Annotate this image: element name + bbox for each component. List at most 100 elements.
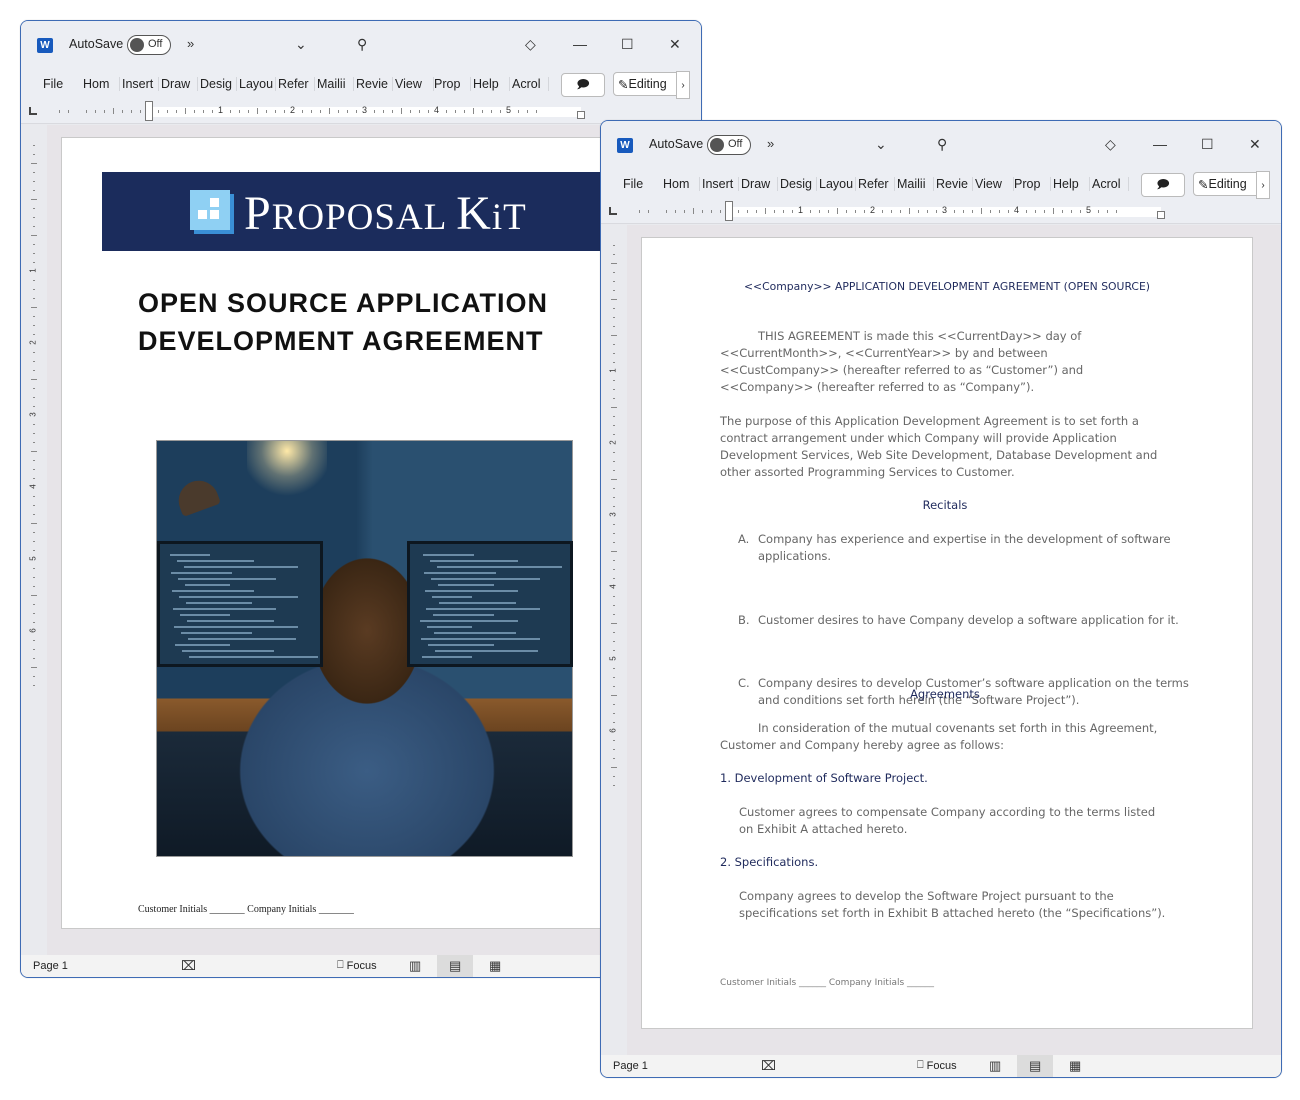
focus-button[interactable]: ⎕ Focus <box>337 959 377 972</box>
autosave-toggle[interactable]: Off <box>707 135 751 155</box>
premium-diamond-icon[interactable]: ◇ <box>1105 134 1116 154</box>
focus-button[interactable]: ⎕ Focus <box>917 1059 957 1072</box>
ruler-tick <box>33 577 35 578</box>
tab-review[interactable]: Revie <box>932 177 973 191</box>
document-page[interactable]: PROPOSAL KiT OPEN SOURCE APPLICATION DEV… <box>61 137 623 929</box>
ruler-tick <box>613 596 615 597</box>
pencil-icon: ✎ <box>1198 177 1209 192</box>
tab-design[interactable]: Desig <box>776 177 817 191</box>
close-icon[interactable]: ✕ <box>669 34 681 54</box>
ruler-tick <box>33 397 35 398</box>
web-layout-icon[interactable]: ▦ <box>489 958 501 974</box>
ruler-tick <box>1035 210 1036 213</box>
code-line <box>427 626 472 628</box>
tab-file[interactable]: File <box>39 77 67 91</box>
tab-insert[interactable]: Insert <box>118 77 159 91</box>
ruler-tick <box>31 379 37 380</box>
ribbon-scroll-right[interactable]: › <box>1256 171 1270 199</box>
editing-mode-button[interactable]: ✎ Editing <box>1193 172 1265 196</box>
ruler-tick <box>140 110 141 113</box>
ruler-tick <box>167 110 168 113</box>
tab-selector[interactable] <box>29 107 37 115</box>
document-page[interactable]: <<Company>> APPLICATION DEVELOPMENT AGRE… <box>641 237 1253 1029</box>
ruler-tick <box>756 210 757 213</box>
ruler-tick <box>464 110 465 113</box>
tab-home[interactable]: Hom <box>79 77 120 91</box>
tab-draw[interactable]: Draw <box>157 77 198 91</box>
read-mode-icon[interactable]: ▥ <box>409 958 421 974</box>
close-icon[interactable]: ✕ <box>1249 134 1261 154</box>
ribbon-scroll-right[interactable]: › <box>676 71 690 99</box>
ruler-tick <box>122 110 123 113</box>
right-indent-marker[interactable] <box>577 111 585 119</box>
minimize-icon[interactable]: — <box>1153 134 1167 154</box>
page-indicator[interactable]: Page 1 <box>613 1060 648 1072</box>
ruler-tick <box>31 523 37 524</box>
left-indent-marker[interactable] <box>725 201 733 221</box>
ruler-tick <box>613 722 615 723</box>
ruler-tick <box>936 210 937 213</box>
ruler-tick <box>611 407 617 408</box>
autosave-toggle[interactable]: Off <box>127 35 171 55</box>
tab-layout[interactable]: Layou <box>235 77 276 91</box>
tab-mailings[interactable]: Mailii <box>893 177 934 191</box>
proposal-kit-logo-text: PROPOSAL KiT <box>244 187 527 240</box>
web-layout-icon[interactable]: ▦ <box>1069 1058 1081 1074</box>
maximize-icon[interactable]: ☐ <box>1201 134 1214 154</box>
right-indent-marker[interactable] <box>1157 211 1165 219</box>
proofing-icon[interactable]: ⌧ <box>181 958 196 974</box>
ruler-tick <box>613 488 615 489</box>
tab-references[interactable]: Refer <box>274 77 315 91</box>
tab-selector[interactable] <box>609 207 617 215</box>
comments-button[interactable]: 🗩 <box>561 73 605 97</box>
tab-insert[interactable]: Insert <box>698 177 739 191</box>
print-layout-icon[interactable]: ▤ <box>1029 1058 1041 1074</box>
tab-view[interactable]: View <box>971 177 1014 191</box>
ruler-tick <box>909 208 910 214</box>
read-mode-icon[interactable]: ▥ <box>989 1058 1001 1074</box>
tab-draw[interactable]: Draw <box>737 177 778 191</box>
tab-acrobat[interactable]: Acrol <box>508 77 549 91</box>
tab-properties[interactable]: Prop <box>430 77 471 91</box>
tab-file[interactable]: File <box>619 177 647 191</box>
ruler-tick <box>613 317 615 318</box>
more-commands-icon[interactable]: » <box>767 134 774 154</box>
search-icon[interactable]: ⚲ <box>357 34 367 54</box>
editing-mode-button[interactable]: ✎ Editing <box>613 72 685 96</box>
ruler-tick <box>613 461 615 462</box>
ruler-tick <box>33 289 35 290</box>
tab-home[interactable]: Hom <box>659 177 700 191</box>
ruler-tick <box>981 208 982 214</box>
page-indicator[interactable]: Page 1 <box>33 960 68 972</box>
left-indent-marker[interactable] <box>145 101 153 121</box>
ruler-tick <box>1071 210 1072 213</box>
intro-paragraph: THIS AGREEMENT is made this <<CurrentDay… <box>720 329 1084 394</box>
premium-diamond-icon[interactable]: ◇ <box>525 34 536 54</box>
maximize-icon[interactable]: ☐ <box>621 34 634 54</box>
chevron-down-icon[interactable]: ⌄ <box>875 134 887 154</box>
tab-help[interactable]: Help <box>1049 177 1090 191</box>
print-layout-icon[interactable]: ▤ <box>449 958 461 974</box>
tab-mailings[interactable]: Mailii <box>313 77 354 91</box>
ruler-tick <box>611 263 617 264</box>
ruler-tick <box>33 469 35 470</box>
cover-title: OPEN SOURCE APPLICATION DEVELOPMENT AGRE… <box>138 288 549 356</box>
ruler-tick <box>918 210 919 213</box>
minimize-icon[interactable]: — <box>573 34 587 54</box>
tab-acrobat[interactable]: Acrol <box>1088 177 1129 191</box>
ruler-tick <box>33 541 35 542</box>
tab-review[interactable]: Revie <box>352 77 393 91</box>
proofing-icon[interactable]: ⌧ <box>761 1058 776 1074</box>
comments-button[interactable]: 🗩 <box>1141 173 1185 197</box>
search-icon[interactable]: ⚲ <box>937 134 947 154</box>
tab-references[interactable]: Refer <box>854 177 895 191</box>
ruler-tick <box>837 208 838 214</box>
chevron-down-icon[interactable]: ⌄ <box>295 34 307 54</box>
more-commands-icon[interactable]: » <box>187 34 194 54</box>
tab-help[interactable]: Help <box>469 77 510 91</box>
tab-design[interactable]: Desig <box>196 77 237 91</box>
tab-view[interactable]: View <box>391 77 434 91</box>
tab-layout[interactable]: Layou <box>815 177 856 191</box>
ruler-tick <box>611 299 617 300</box>
tab-properties[interactable]: Prop <box>1010 177 1051 191</box>
